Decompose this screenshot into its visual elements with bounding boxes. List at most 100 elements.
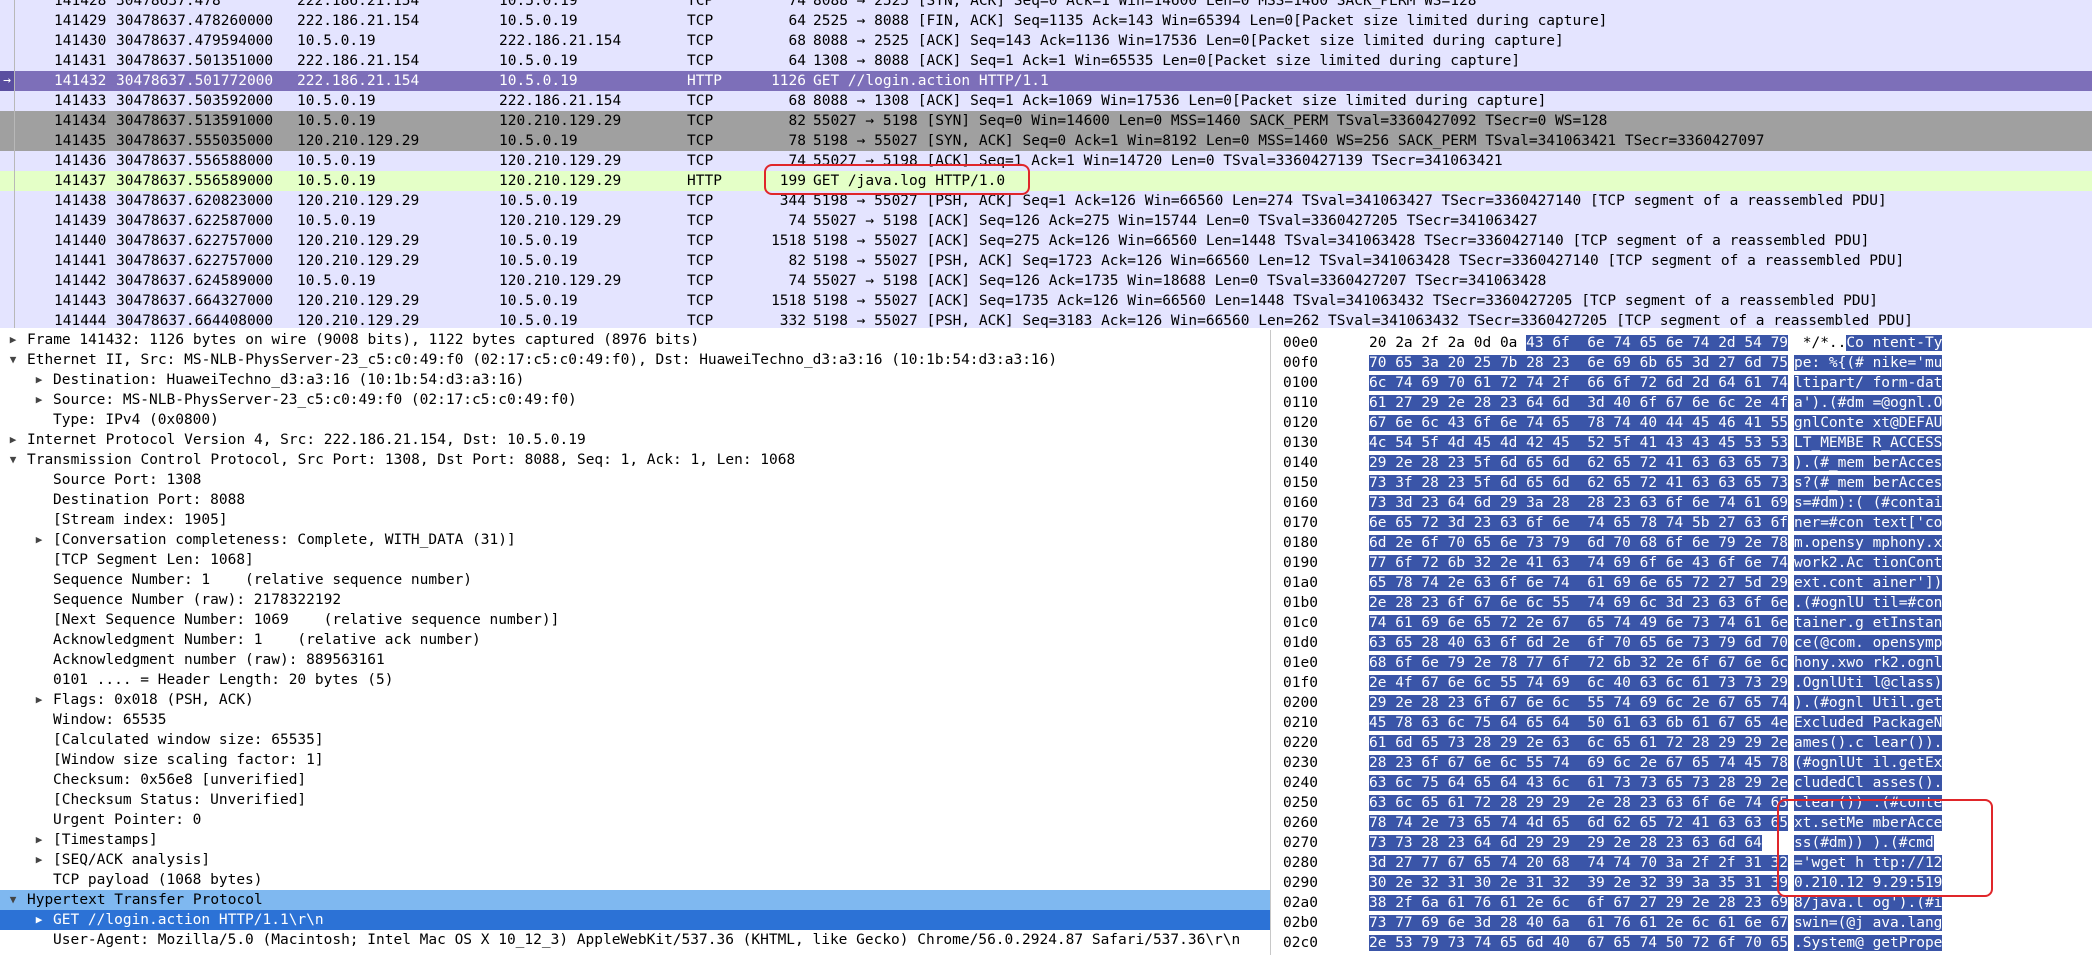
collapsed-arrow-icon[interactable]: ▶ bbox=[32, 850, 46, 870]
ascii-dump[interactable]: tainer.g etInstan bbox=[1794, 613, 1943, 633]
detail-tree-item[interactable]: ▶ Source: MS-NLB-PhysServer-23_c5:c0:49:f… bbox=[0, 390, 1270, 410]
packet-row[interactable]: 141436 30478637.556588000 10.5.0.19 120.210… bbox=[0, 151, 2092, 171]
ascii-dump[interactable]: s=#dm):( (#contai bbox=[1794, 493, 1943, 513]
packet-row[interactable]: 141437 30478637.556589000 10.5.0.19 120.210… bbox=[0, 171, 2092, 191]
detail-tree-item[interactable]: ▶ [SEQ/ACK analysis] bbox=[0, 850, 1270, 870]
hex-bytes[interactable]: 61 6d 65 73 28 29 2e 63 6c 65 61 72 28 2… bbox=[1369, 733, 1789, 753]
detail-tree-item[interactable]: Destination Port: 8088 bbox=[0, 490, 1270, 510]
hex-bytes[interactable]: 61 27 29 2e 28 23 64 6d 3d 40 6f 67 6e 6… bbox=[1369, 393, 1789, 413]
hex-bytes[interactable]: 67 6e 6c 43 6f 6e 74 65 78 74 40 44 45 4… bbox=[1369, 413, 1789, 433]
hex-bytes[interactable]: 2e 28 23 6f 67 6e 6c 55 74 69 6c 3d 23 6… bbox=[1369, 593, 1789, 613]
hex-bytes[interactable]: 73 77 69 6e 3d 28 40 6a 61 76 61 2e 6c 6… bbox=[1369, 913, 1789, 933]
ascii-dump[interactable]: m.opensy mphony.x bbox=[1794, 533, 1943, 553]
ascii-dump[interactable]: hony.xwo rk2.ognl bbox=[1794, 653, 1943, 673]
detail-tree-item[interactable]: [Calculated window size: 65535] bbox=[0, 730, 1270, 750]
ascii-dump[interactable]: ames().c lear()). bbox=[1794, 733, 1943, 753]
hex-bytes[interactable]: 68 6f 6e 79 2e 78 77 6f 72 6b 32 2e 6f 6… bbox=[1369, 653, 1789, 673]
hex-bytes[interactable]: 29 2e 28 23 5f 6d 65 6d 62 65 72 41 63 6… bbox=[1369, 453, 1789, 473]
hex-bytes[interactable]: 63 6c 65 61 72 28 29 29 2e 28 23 63 6f 6… bbox=[1369, 793, 1789, 813]
collapsed-arrow-icon[interactable]: ▶ bbox=[32, 910, 46, 930]
ascii-dump[interactable]: ).(#ognl Util.get bbox=[1794, 693, 1943, 713]
detail-tree-item[interactable]: Sequence Number: 1 (relative sequence nu… bbox=[0, 570, 1270, 590]
detail-tree-item[interactable]: [Stream index: 1905] bbox=[0, 510, 1270, 530]
detail-tree-item[interactable]: ▶ Internet Protocol Version 4, Src: 222.1… bbox=[0, 430, 1270, 450]
ascii-dump[interactable]: gnlConte xt@DEFAU bbox=[1794, 413, 1943, 433]
ascii-dump[interactable]: .System@ getPrope bbox=[1794, 933, 1943, 953]
packet-row[interactable]: 141443 30478637.664327000 120.210.129.29 10… bbox=[0, 291, 2092, 311]
ascii-dump[interactable]: work2.Ac tionCont bbox=[1794, 553, 1943, 573]
ascii-dump[interactable]: (#ognlUt il.getEx bbox=[1794, 753, 1943, 773]
packet-row[interactable]: 141439 30478637.622587000 10.5.0.19 120.210… bbox=[0, 211, 2092, 231]
detail-tree-item[interactable]: 0101 .... = Header Length: 20 bytes (5) bbox=[0, 670, 1270, 690]
hex-bytes[interactable]: 78 74 2e 73 65 74 4d 65 6d 62 65 72 41 6… bbox=[1369, 813, 1789, 833]
hex-bytes[interactable]: 38 2f 6a 61 76 61 2e 6c 6f 67 27 29 2e 2… bbox=[1369, 893, 1789, 913]
hex-bytes[interactable]: 63 65 28 40 63 6f 6d 2e 6f 70 65 6e 73 7… bbox=[1369, 633, 1789, 653]
detail-tree-item[interactable]: [Checksum Status: Unverified] bbox=[0, 790, 1270, 810]
detail-tree-item[interactable]: ▶ [Conversation completeness: Complete, W… bbox=[0, 530, 1270, 550]
ascii-dump[interactable]: swin=(@j ava.lang bbox=[1794, 913, 1943, 933]
ascii-dump[interactable]: ).(#_mem berAcces bbox=[1794, 453, 1943, 473]
hex-bytes[interactable]: 20 2a 2f 2a 0d 0a 43 6f 6e 74 65 6e 74 2… bbox=[1369, 333, 1789, 353]
hex-bytes[interactable]: 70 65 3a 20 25 7b 28 23 6e 69 6b 65 3d 2… bbox=[1369, 353, 1789, 373]
packet-row[interactable]: → 141432 30478637.501772000 222.186.21.154 1… bbox=[0, 71, 2092, 91]
hex-bytes[interactable]: 30 2e 32 31 30 2e 31 32 39 2e 32 39 3a 3… bbox=[1369, 873, 1789, 893]
detail-tree-item[interactable]: [Window size scaling factor: 1] bbox=[0, 750, 1270, 770]
ascii-dump[interactable]: ce(@com. opensymp bbox=[1794, 633, 1943, 653]
detail-tree-item[interactable]: User-Agent: Mozilla/5.0 (Macintosh; Inte… bbox=[0, 930, 1270, 950]
detail-tree-item[interactable]: TCP payload (1068 bytes) bbox=[0, 870, 1270, 890]
packet-row[interactable]: 141434 30478637.513591000 10.5.0.19 120.210… bbox=[0, 111, 2092, 131]
hex-bytes[interactable]: 2e 4f 67 6e 6c 55 74 69 6c 40 63 6c 61 7… bbox=[1369, 673, 1789, 693]
ascii-dump[interactable]: a').(#dm =@ognl.O bbox=[1794, 393, 1943, 413]
collapsed-arrow-icon[interactable]: ▶ bbox=[32, 370, 46, 390]
detail-tree-item[interactable]: ▶ Destination: HuaweiTechno_d3:a3:16 (10:… bbox=[0, 370, 1270, 390]
hex-bytes[interactable]: 73 73 28 23 64 6d 29 29 29 2e 28 23 63 6… bbox=[1369, 833, 1762, 853]
ascii-dump[interactable]: Excluded PackageN bbox=[1794, 713, 1943, 733]
hex-bytes[interactable]: 63 6c 75 64 65 64 43 6c 61 73 73 65 73 2… bbox=[1369, 773, 1789, 793]
detail-tree-item[interactable]: ▶ Frame 141432: 1126 bytes on wire (9008 … bbox=[0, 330, 1270, 350]
ascii-dump[interactable]: ext.cont ainer']) bbox=[1794, 573, 1943, 593]
ascii-dump[interactable]: .(#ognlU til=#con bbox=[1794, 593, 1943, 613]
hex-bytes[interactable]: 73 3f 28 23 5f 6d 65 6d 62 65 72 41 63 6… bbox=[1369, 473, 1789, 493]
collapsed-arrow-icon[interactable]: ▶ bbox=[32, 530, 46, 550]
detail-tree-item[interactable]: ▼ Hypertext Transfer Protocol bbox=[0, 890, 1270, 910]
collapsed-arrow-icon[interactable]: ▶ bbox=[32, 830, 46, 850]
detail-tree-item[interactable]: [TCP Segment Len: 1068] bbox=[0, 550, 1270, 570]
hex-bytes[interactable]: 45 78 63 6c 75 64 65 64 50 61 63 6b 61 6… bbox=[1369, 713, 1789, 733]
hex-bytes[interactable]: 6c 74 69 70 61 72 74 2f 66 6f 72 6d 2d 6… bbox=[1369, 373, 1789, 393]
detail-tree-item[interactable]: Source Port: 1308 bbox=[0, 470, 1270, 490]
ascii-dump[interactable]: .OgnlUti l@class) bbox=[1794, 673, 1943, 693]
detail-tree-item[interactable]: ▼ Transmission Control Protocol, Src Port… bbox=[0, 450, 1270, 470]
detail-tree-item[interactable]: Checksum: 0x56e8 [unverified] bbox=[0, 770, 1270, 790]
collapsed-arrow-icon[interactable]: ▶ bbox=[32, 690, 46, 710]
detail-tree-item[interactable]: Acknowledgment number (raw): 889563161 bbox=[0, 650, 1270, 670]
packet-row[interactable]: 141431 30478637.501351000 222.186.21.154 10… bbox=[0, 51, 2092, 71]
hex-bytes[interactable]: 6d 2e 6f 70 65 6e 73 79 6d 70 68 6f 6e 7… bbox=[1369, 533, 1789, 553]
detail-tree-item[interactable]: ▶ GET //login.action HTTP/1.1\r\n bbox=[0, 910, 1270, 930]
packet-row[interactable]: 141440 30478637.622757000 120.210.129.29 10… bbox=[0, 231, 2092, 251]
packet-row[interactable]: 141433 30478637.503592000 10.5.0.19 222.186… bbox=[0, 91, 2092, 111]
ascii-dump[interactable]: pe: %{(# nike='mu bbox=[1794, 353, 1943, 373]
hex-bytes[interactable]: 29 2e 28 23 6f 67 6e 6c 55 74 69 6c 2e 6… bbox=[1369, 693, 1789, 713]
hex-bytes[interactable]: 28 23 6f 67 6e 6c 55 74 69 6c 2e 67 65 7… bbox=[1369, 753, 1789, 773]
hex-bytes[interactable]: 74 61 69 6e 65 72 2e 67 65 74 49 6e 73 7… bbox=[1369, 613, 1789, 633]
detail-tree-item[interactable]: ▶ Flags: 0x018 (PSH, ACK) bbox=[0, 690, 1270, 710]
ascii-dump[interactable]: LT_MEMBE R_ACCESS bbox=[1794, 433, 1943, 453]
hex-bytes[interactable]: 4c 54 5f 4d 45 4d 42 45 52 5f 41 43 43 4… bbox=[1369, 433, 1789, 453]
collapsed-arrow-icon[interactable]: ▶ bbox=[6, 330, 20, 350]
packet-details-pane[interactable]: ▶ Frame 141432: 1126 bytes on wire (9008 … bbox=[0, 330, 1271, 955]
packet-row[interactable]: 141435 30478637.555035000 120.210.129.29 10… bbox=[0, 131, 2092, 151]
detail-tree-item[interactable]: Window: 65535 bbox=[0, 710, 1270, 730]
packet-row[interactable]: 141429 30478637.478260000 222.186.21.154 10… bbox=[0, 11, 2092, 31]
detail-tree-item[interactable]: Urgent Pointer: 0 bbox=[0, 810, 1270, 830]
ascii-dump[interactable]: ltipart/ form-dat bbox=[1794, 373, 1943, 393]
detail-tree-item[interactable]: Acknowledgment Number: 1 (relative ack n… bbox=[0, 630, 1270, 650]
ascii-dump[interactable]: ner=#con text['co bbox=[1794, 513, 1943, 533]
packet-row[interactable]: 141438 30478637.620823000 120.210.129.29 10… bbox=[0, 191, 2092, 211]
expanded-arrow-icon[interactable]: ▼ bbox=[6, 450, 20, 470]
packet-row[interactable]: 141428 30478637.478 222.186.21.154 10.5.0.1… bbox=[0, 0, 2092, 11]
packet-row[interactable]: 141430 30478637.479594000 10.5.0.19 222.186… bbox=[0, 31, 2092, 51]
ascii-dump[interactable]: s?(#_mem berAcces bbox=[1794, 473, 1943, 493]
detail-tree-item[interactable]: Sequence Number (raw): 2178322192 bbox=[0, 590, 1270, 610]
detail-tree-item[interactable]: ▶ [Timestamps] bbox=[0, 830, 1270, 850]
hex-bytes[interactable]: 2e 53 79 73 74 65 6d 40 67 65 74 50 72 6… bbox=[1369, 933, 1789, 953]
